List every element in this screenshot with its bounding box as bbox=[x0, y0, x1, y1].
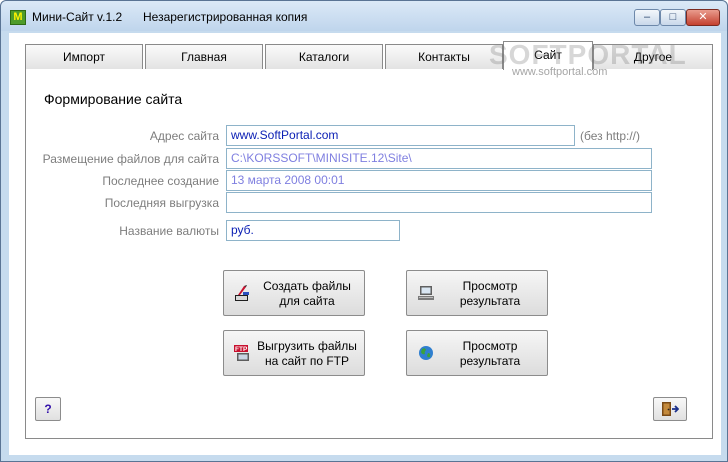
globe-icon bbox=[417, 344, 435, 362]
close-button[interactable]: ✕ bbox=[686, 9, 720, 26]
exit-button[interactable] bbox=[653, 397, 687, 421]
client-area: Импорт Главная Каталоги Контакты Сайт Др… bbox=[9, 33, 721, 455]
currency-label: Название валюты bbox=[119, 224, 219, 238]
address-hint: (без http://) bbox=[580, 129, 640, 143]
address-label: Адрес сайта bbox=[149, 129, 219, 143]
path-label: Размещение файлов для сайта bbox=[42, 152, 219, 166]
app-icon: M bbox=[10, 10, 26, 25]
create-files-button[interactable]: Создать файлы для сайта bbox=[223, 270, 365, 316]
address-field[interactable]: www.SoftPortal.com bbox=[226, 125, 575, 146]
window-title: Мини-Сайт v.1.2 bbox=[32, 10, 123, 24]
svg-text:FTP: FTP bbox=[235, 346, 248, 353]
computer-icon bbox=[417, 284, 435, 302]
tab-catalogs[interactable]: Каталоги bbox=[265, 44, 383, 69]
preview-local-button[interactable]: Просмотр результата bbox=[406, 270, 548, 316]
watermark-url: www.softportal.com bbox=[512, 66, 608, 78]
preview-web-label: Просмотр результата bbox=[459, 339, 521, 368]
upload-ftp-button[interactable]: FTP Выгрузить файлы на сайт по FTP bbox=[223, 330, 365, 376]
tab-main[interactable]: Главная bbox=[145, 44, 263, 69]
help-button[interactable]: ? bbox=[35, 397, 61, 421]
create-files-icon bbox=[234, 284, 252, 302]
maximize-button[interactable]: □ bbox=[660, 9, 686, 26]
last-created-label: Последнее создание bbox=[102, 174, 219, 188]
exit-door-icon bbox=[661, 401, 680, 422]
preview-local-label: Просмотр результата bbox=[459, 279, 521, 308]
ftp-icon: FTP bbox=[234, 344, 252, 362]
app-window: M Мини-Сайт v.1.2 Незарегистрированная к… bbox=[0, 0, 728, 462]
last-upload-label: Последняя выгрузка bbox=[104, 196, 219, 210]
create-files-label: Создать файлы для сайта bbox=[263, 279, 351, 308]
preview-web-button[interactable]: Просмотр результата bbox=[406, 330, 548, 376]
path-field[interactable]: C:\KORSSOFT\MINISITE.12\Site\ bbox=[226, 148, 652, 169]
last-upload-field[interactable] bbox=[226, 192, 652, 213]
upload-ftp-label: Выгрузить файлы на сайт по FTP bbox=[257, 339, 357, 368]
currency-field[interactable]: руб. bbox=[226, 220, 400, 241]
tab-contacts[interactable]: Контакты bbox=[385, 44, 503, 69]
section-title: Формирование сайта bbox=[44, 91, 183, 107]
tab-import[interactable]: Импорт bbox=[25, 44, 143, 69]
minimize-button[interactable]: – bbox=[634, 9, 660, 26]
title-bar[interactable]: M Мини-Сайт v.1.2 Незарегистрированная к… bbox=[1, 1, 727, 31]
window-subtitle: Незарегистрированная копия bbox=[143, 10, 308, 24]
help-icon: ? bbox=[44, 402, 52, 416]
last-created-field[interactable]: 13 марта 2008 00:01 bbox=[226, 170, 652, 191]
